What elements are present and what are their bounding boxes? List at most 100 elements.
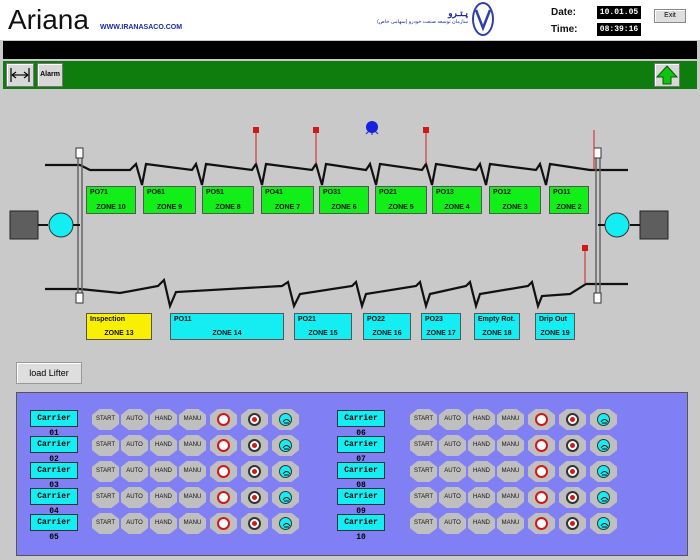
carrier-manu-button[interactable]: MANU <box>179 461 206 482</box>
zone-upper-5[interactable]: PO31 ZONE 6 <box>319 186 369 214</box>
carrier-auto-button[interactable]: AUTO <box>439 461 466 482</box>
status-ring-icon[interactable] <box>210 513 237 534</box>
zone-lower-5[interactable]: PO23 ZONE 17 <box>421 313 461 340</box>
carrier-hand-button[interactable]: HAND <box>468 409 495 430</box>
carrier-start-button[interactable]: START <box>410 409 437 430</box>
carrier-manu-button[interactable]: MANU <box>179 409 206 430</box>
carrier-hand-button[interactable]: HAND <box>468 487 495 508</box>
carrier-manu-button[interactable]: MANU <box>497 461 524 482</box>
carrier-start-button[interactable]: START <box>92 487 119 508</box>
carrier-hand-button[interactable]: HAND <box>468 513 495 534</box>
zone-code: PO61 <box>147 189 165 196</box>
gauge-icon[interactable] <box>590 461 617 482</box>
status-ring-icon[interactable] <box>528 409 555 430</box>
carrier-hand-button[interactable]: HAND <box>150 435 177 456</box>
carrier-start-button[interactable]: START <box>92 513 119 534</box>
app-title: Ariana <box>8 4 89 35</box>
carrier-hand-button[interactable]: HAND <box>150 409 177 430</box>
carrier-manu-button[interactable]: MANU <box>497 435 524 456</box>
carrier-hand-button[interactable]: HAND <box>150 513 177 534</box>
zone-code: Drip Out <box>539 316 567 323</box>
zone-lower-3[interactable]: PO21 ZONE 15 <box>294 313 352 340</box>
gauge-icon[interactable] <box>272 513 299 534</box>
status-ring-icon[interactable] <box>528 435 555 456</box>
carrier-auto-button[interactable]: AUTO <box>439 487 466 508</box>
target-indicator-icon[interactable] <box>559 461 586 482</box>
carrier-auto-button[interactable]: AUTO <box>439 435 466 456</box>
zone-lower-4[interactable]: PO22 ZONE 16 <box>363 313 411 340</box>
carrier-auto-button[interactable]: AUTO <box>121 435 148 456</box>
exit-button[interactable]: Exit <box>654 9 686 23</box>
carrier-manu-button[interactable]: MANU <box>497 513 524 534</box>
target-indicator-icon[interactable] <box>241 409 268 430</box>
zone-lower-7[interactable]: Drip Out ZONE 19 <box>535 313 575 340</box>
carrier-manu-button[interactable]: MANU <box>179 487 206 508</box>
status-ring-icon[interactable] <box>210 487 237 508</box>
gauge-icon[interactable] <box>272 487 299 508</box>
target-indicator-icon[interactable] <box>241 487 268 508</box>
status-ring-icon[interactable] <box>210 435 237 456</box>
carrier-auto-button[interactable]: AUTO <box>121 513 148 534</box>
carrier-hand-button[interactable]: HAND <box>468 435 495 456</box>
gauge-icon[interactable] <box>272 435 299 456</box>
carrier-auto-button[interactable]: AUTO <box>439 513 466 534</box>
carrier-manu-button[interactable]: MANU <box>497 409 524 430</box>
carrier-start-button[interactable]: START <box>410 487 437 508</box>
gauge-icon[interactable] <box>272 461 299 482</box>
zone-upper-6[interactable]: PO21 ZONE 5 <box>375 186 427 214</box>
website-link[interactable]: WWW.IRANASACO.COM <box>100 24 182 31</box>
load-lifter-button[interactable]: load Lifter <box>16 362 82 384</box>
zone-upper-9[interactable]: PO11 ZONE 2 <box>549 186 589 214</box>
up-arrow-icon[interactable] <box>654 63 680 87</box>
company-logo-icon <box>472 2 494 36</box>
target-indicator-icon[interactable] <box>559 487 586 508</box>
carrier-start-button[interactable]: START <box>410 435 437 456</box>
zone-upper-3[interactable]: PO51 ZONE 8 <box>202 186 254 214</box>
target-indicator-icon[interactable] <box>559 435 586 456</box>
zone-upper-2[interactable]: PO61 ZONE 9 <box>143 186 196 214</box>
carrier-manu-button[interactable]: MANU <box>497 487 524 508</box>
carrier-start-button[interactable]: START <box>92 435 119 456</box>
carrier-auto-button[interactable]: AUTO <box>439 409 466 430</box>
status-ring-icon[interactable] <box>528 461 555 482</box>
zone-upper-1[interactable]: PO71 ZONE 10 <box>86 186 136 214</box>
carrier-auto-button[interactable]: AUTO <box>121 487 148 508</box>
carrier-manu-button[interactable]: MANU <box>179 435 206 456</box>
alarm-button[interactable]: Alarm <box>37 63 63 87</box>
carrier-hand-button[interactable]: HAND <box>150 461 177 482</box>
target-indicator-icon[interactable] <box>241 435 268 456</box>
carrier-start-button[interactable]: START <box>92 409 119 430</box>
carrier-hand-button[interactable]: HAND <box>150 487 177 508</box>
carrier-start-button[interactable]: START <box>92 461 119 482</box>
status-ring-icon[interactable] <box>210 461 237 482</box>
status-ring-icon[interactable] <box>528 513 555 534</box>
gauge-icon[interactable] <box>590 513 617 534</box>
gauge-icon[interactable] <box>590 409 617 430</box>
zone-upper-8[interactable]: PO12 ZONE 3 <box>489 186 541 214</box>
width-arrows-icon[interactable] <box>6 63 34 87</box>
zone-code: PO11 <box>174 316 192 323</box>
status-ring-icon[interactable] <box>210 409 237 430</box>
zone-lower-2[interactable]: PO11 ZONE 14 <box>170 313 284 340</box>
zone-upper-4[interactable]: PO41 ZONE 7 <box>261 186 314 214</box>
carrier-label: Carrier 10 <box>337 514 385 542</box>
status-ring-icon[interactable] <box>528 487 555 508</box>
target-indicator-icon[interactable] <box>559 513 586 534</box>
gauge-icon[interactable] <box>272 409 299 430</box>
carrier-auto-button[interactable]: AUTO <box>121 409 148 430</box>
carrier-start-button[interactable]: START <box>410 461 437 482</box>
gauge-icon[interactable] <box>590 435 617 456</box>
carrier-start-button[interactable]: START <box>410 513 437 534</box>
target-indicator-icon[interactable] <box>241 513 268 534</box>
target-indicator-icon[interactable] <box>559 409 586 430</box>
company-logo-text: پـتـرو <box>448 8 468 18</box>
gauge-icon[interactable] <box>590 487 617 508</box>
carrier-auto-button[interactable]: AUTO <box>121 461 148 482</box>
carrier-hand-button[interactable]: HAND <box>468 461 495 482</box>
carrier-manu-button[interactable]: MANU <box>179 513 206 534</box>
time-label: Time: <box>551 24 578 35</box>
target-indicator-icon[interactable] <box>241 461 268 482</box>
zone-lower-1[interactable]: Inspection ZONE 13 <box>86 313 152 340</box>
zone-lower-6[interactable]: Empty Rot. ZONE 18 <box>474 313 520 340</box>
zone-upper-7[interactable]: PO13 ZONE 4 <box>432 186 482 214</box>
